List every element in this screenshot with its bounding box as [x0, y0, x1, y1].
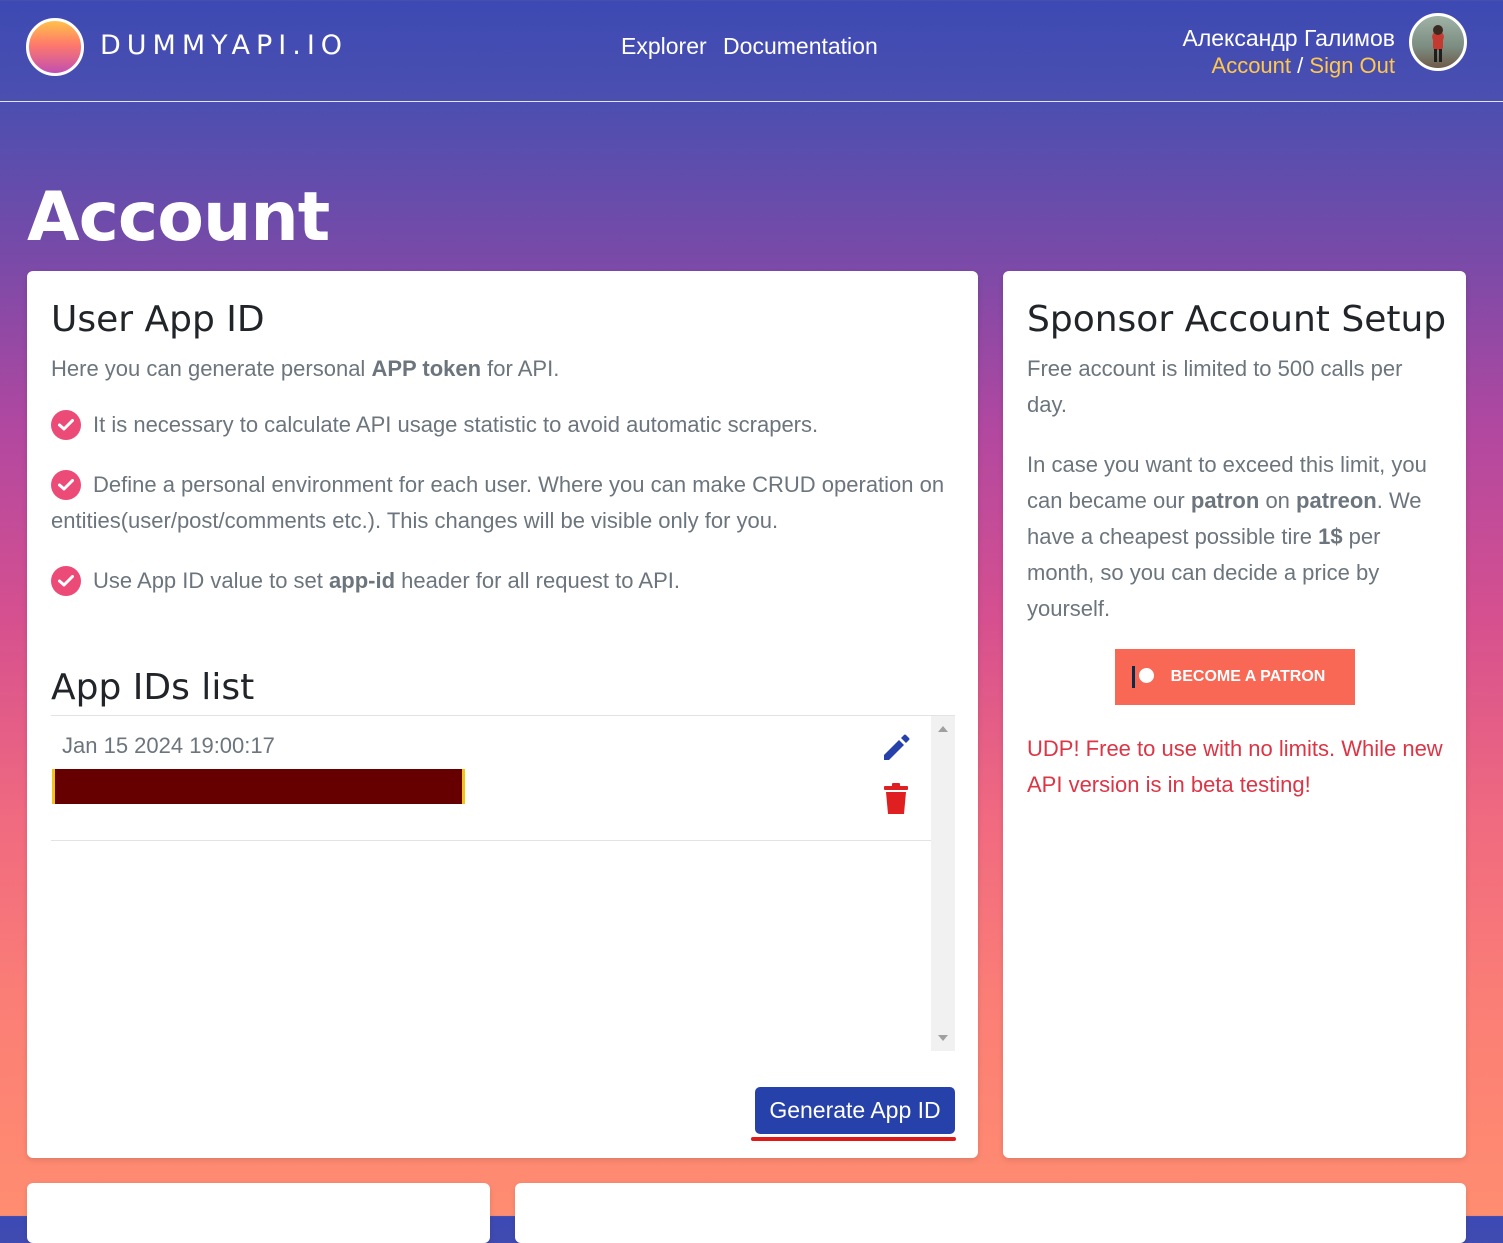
list-item: Use App ID value to set app-id header fo… — [51, 563, 946, 599]
app-id-value-redacted[interactable] — [52, 769, 465, 804]
bullet-bold: app-id — [329, 568, 396, 593]
sponsor-title: Sponsor Account Setup — [1027, 299, 1447, 340]
bullet-suffix: header for all request to API. — [395, 568, 680, 593]
user-app-id-title: User App ID — [51, 299, 265, 340]
p2-bold-patreon: patreon — [1296, 488, 1377, 513]
logo-icon[interactable] — [26, 18, 84, 76]
intro-text: Here you can generate personal APP token… — [51, 351, 951, 387]
list-item: It is necessary to calculate API usage s… — [51, 407, 946, 443]
p2-bold-patron: patron — [1190, 488, 1260, 513]
app-ids-list-title: App IDs list — [51, 667, 255, 708]
scroll-up-arrow-icon[interactable] — [938, 726, 948, 732]
logo-text[interactable]: DUMMYAPI.IO — [100, 30, 348, 61]
trash-icon[interactable] — [883, 783, 909, 815]
check-icon — [51, 470, 81, 500]
user-links: Account / Sign Out — [1182, 52, 1395, 80]
list-item: Define a personal environment for each u… — [51, 467, 946, 539]
nav-documentation[interactable]: Documentation — [723, 33, 878, 59]
avatar-figure-icon — [1433, 25, 1443, 62]
intro-bold: APP token — [371, 356, 482, 381]
app-id-row: Jan 15 2024 19:00:17 — [51, 716, 931, 841]
check-icon — [51, 566, 81, 596]
user-name: Александр Галимов — [1182, 25, 1395, 51]
check-icon — [51, 410, 81, 440]
intro-prefix: Here you can generate personal — [51, 356, 372, 381]
account-link[interactable]: Account — [1212, 53, 1292, 78]
p2-bold-price: 1$ — [1318, 524, 1343, 549]
nav-explorer[interactable]: Explorer — [621, 33, 707, 59]
edit-icon[interactable] — [880, 731, 912, 763]
sponsor-patron-text: In case you want to exceed this limit, y… — [1027, 447, 1447, 627]
sign-out-link[interactable]: Sign Out — [1309, 53, 1395, 78]
udp-notice: UDP! Free to use with no limits. While n… — [1027, 736, 1443, 797]
avatar[interactable] — [1409, 13, 1467, 71]
user-app-id-card: User App ID Here you can generate person… — [27, 271, 978, 1158]
sponsor-limit-text: Free account is limited to 500 calls per… — [1027, 356, 1403, 417]
app-id-date: Jan 15 2024 19:00:17 — [62, 733, 275, 758]
scroll-down-arrow-icon[interactable] — [938, 1035, 948, 1041]
feature-list: It is necessary to calculate API usage s… — [51, 407, 946, 623]
page-title: Account — [27, 178, 330, 257]
patreon-icon — [1132, 666, 1154, 688]
bullet-text: It is necessary to calculate API usage s… — [93, 412, 819, 437]
bullet-text: Define a personal environment for each u… — [51, 472, 945, 533]
top-navbar: DUMMYAPI.IO Explorer Documentation Алекс… — [0, 0, 1503, 102]
bottom-right-card — [515, 1183, 1466, 1243]
main-nav: Explorer Documentation — [621, 33, 888, 60]
highlight-underline — [751, 1137, 956, 1141]
link-separator: / — [1297, 53, 1304, 78]
become-patron-label: BECOME A PATRON — [1170, 668, 1326, 685]
list-scrollbar[interactable] — [931, 716, 955, 1051]
become-patron-button[interactable]: BECOME A PATRON — [1115, 649, 1355, 705]
p2-b: on — [1259, 488, 1297, 513]
user-menu: Александр Галимов Account / Sign Out — [1182, 24, 1395, 80]
app-ids-list[interactable]: Jan 15 2024 19:00:17 — [51, 715, 955, 1051]
sponsor-card: Sponsor Account Setup Free account is li… — [1003, 271, 1466, 1158]
bullet-prefix: Use App ID value to set — [93, 568, 330, 593]
bottom-left-card — [27, 1183, 490, 1243]
intro-suffix: for API. — [481, 356, 560, 381]
generate-app-id-button[interactable]: Generate App ID — [755, 1087, 955, 1134]
